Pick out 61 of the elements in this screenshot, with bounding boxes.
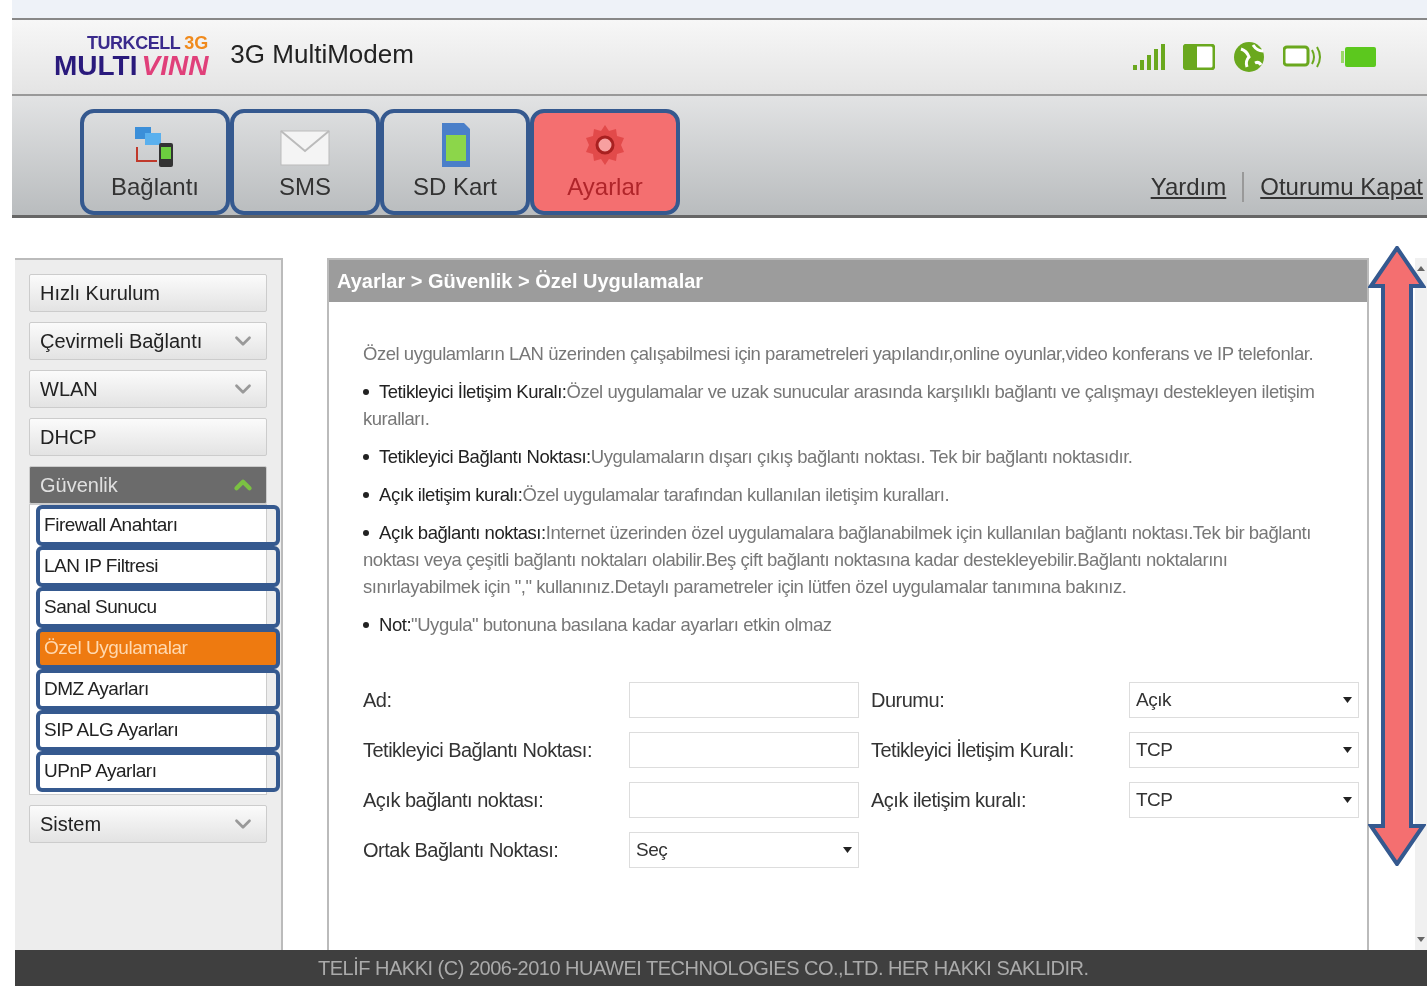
submenu-item[interactable]: Firewall Anahtarı (36, 505, 280, 546)
sidebar-item[interactable]: Çevirmeli Bağlantı (29, 322, 267, 360)
battery-icon (1341, 46, 1377, 68)
dropdown-field[interactable]: Seç (629, 832, 859, 868)
field-label: Tetikleyici Bağlantı Noktası: (363, 738, 593, 763)
signal-strength-icon (1131, 43, 1165, 71)
logout-link[interactable]: Oturumu Kapat (1260, 169, 1423, 205)
help-link[interactable]: Yardım (1150, 169, 1227, 205)
dropdown-field[interactable]: TCP (1129, 732, 1359, 768)
bullet-icon (363, 453, 369, 460)
app-title: 3G MultiModem (230, 37, 414, 71)
logo-brand: TURKCELL (86, 34, 181, 52)
bullet-icon (363, 388, 369, 395)
scrollbar[interactable] (1415, 258, 1427, 950)
scroll-up-icon (1417, 266, 1425, 271)
field-label: Ortak Bağlantı Noktası: (363, 838, 560, 863)
logo-product: MULTI (54, 52, 138, 80)
device-wireless-icon (1283, 44, 1323, 70)
field-label: Açık iletişim kuralı: (871, 788, 1028, 813)
info-bullet: Tetikleyici Bağlantı Noktası:Uygulamaların dışarı çıkış bağlantı noktası. Tek bir bağlantı noktasıdır. (363, 443, 1333, 470)
dropdown-field[interactable]: Açık (1129, 682, 1359, 718)
dropdown-caret-icon (1343, 697, 1352, 703)
input-field[interactable] (629, 782, 859, 818)
dropdown-caret-icon (1343, 797, 1352, 803)
bullet-icon (363, 491, 369, 498)
dropdown-field[interactable]: TCP (1129, 782, 1359, 818)
breadcrumb: Ayarlar > Güvenlik > Özel Uygulamalar (337, 269, 704, 294)
copyright-text: TELİF HAKKI (C) 2006-2010 HUAWEI TECHNOLOGIES CO.,LTD. HER HAKKI SAKLIDIR. (318, 956, 1089, 981)
input-field[interactable] (629, 682, 859, 718)
sidebar-item[interactable]: Hızlı Kurulum (29, 274, 267, 312)
submenu-item[interactable]: SIP ALG Ayarları (36, 710, 280, 751)
nav-tab[interactable]: Bağlantı (80, 109, 230, 215)
logo-suffix-text: 3G (184, 34, 209, 52)
scroll-down-icon (1417, 937, 1425, 942)
submenu-item[interactable]: Sanal Sunucu (36, 587, 280, 628)
logo-product-accent: VINN (141, 52, 209, 80)
sidebar-item[interactable]: DHCP (29, 418, 267, 456)
info-bullet: Tetikleyici İletişim Kuralı:Özel uygulamalar ve uzak sunucular arasında karşılıklı bağlantı ve çalışmayı destekleyen iletişim kuralları. (363, 380, 1316, 431)
bullet-icon (363, 621, 369, 628)
sidebar-item[interactable]: WLAN (29, 370, 267, 408)
field-label: Ad: (363, 688, 393, 713)
input-field[interactable] (629, 732, 859, 768)
dropdown-caret-icon (843, 847, 852, 853)
info-bullet: Açık bağlantı noktası:Internet üzerinden özel uygulamalara bağlanabilmek için kullanılan bağlantı noktası.Tek bir bağlantı noktası veya çeşitli bağlantı noktaları olabilir.Beş çift bağlantı noktasına kadar destekleyebilir.Bağlantı noktalarını sınırlayabilmek için "," kullanınız.Detaylı parametreler için lütfen özel uygulamalar tanımına bakınız. (363, 521, 1312, 599)
nav-tab[interactable]: SD Kart (380, 109, 530, 215)
dropdown-caret-icon (1343, 747, 1352, 753)
submenu-item[interactable]: DMZ Ayarları (36, 669, 280, 710)
sidebar-item[interactable]: Güvenlik (29, 466, 267, 504)
field-label: Tetikleyici İletişim Kuralı: (871, 738, 1075, 763)
bullet-icon (363, 529, 369, 536)
submenu-item[interactable]: UPnP Ayarları (36, 751, 280, 792)
globe-icon (1233, 41, 1265, 73)
info-bullet: Not:"Uygula" butonuna basılana kadar ayarları etkin olmaz (363, 611, 1333, 638)
sidebar-item[interactable]: Sistem (29, 805, 267, 843)
nav-tab[interactable]: SMS (230, 109, 380, 215)
info-bullet: Açık iletişim kuralı:Özel uygulamalar tarafından kullanılan iletişim kuralları. (363, 481, 1333, 508)
intro-text: Özel uygulamların LAN üzerinden çalışabilmesi için parametreleri yapılandır,online oyunlar,video konferans ve IP telefonlar. (363, 342, 1315, 366)
field-label: Açık bağlantı noktası: (363, 788, 545, 813)
submenu-item[interactable]: LAN IP Filtresi (36, 546, 280, 587)
field-label: Durumu: (871, 688, 946, 713)
sim-card-icon (1183, 44, 1215, 70)
